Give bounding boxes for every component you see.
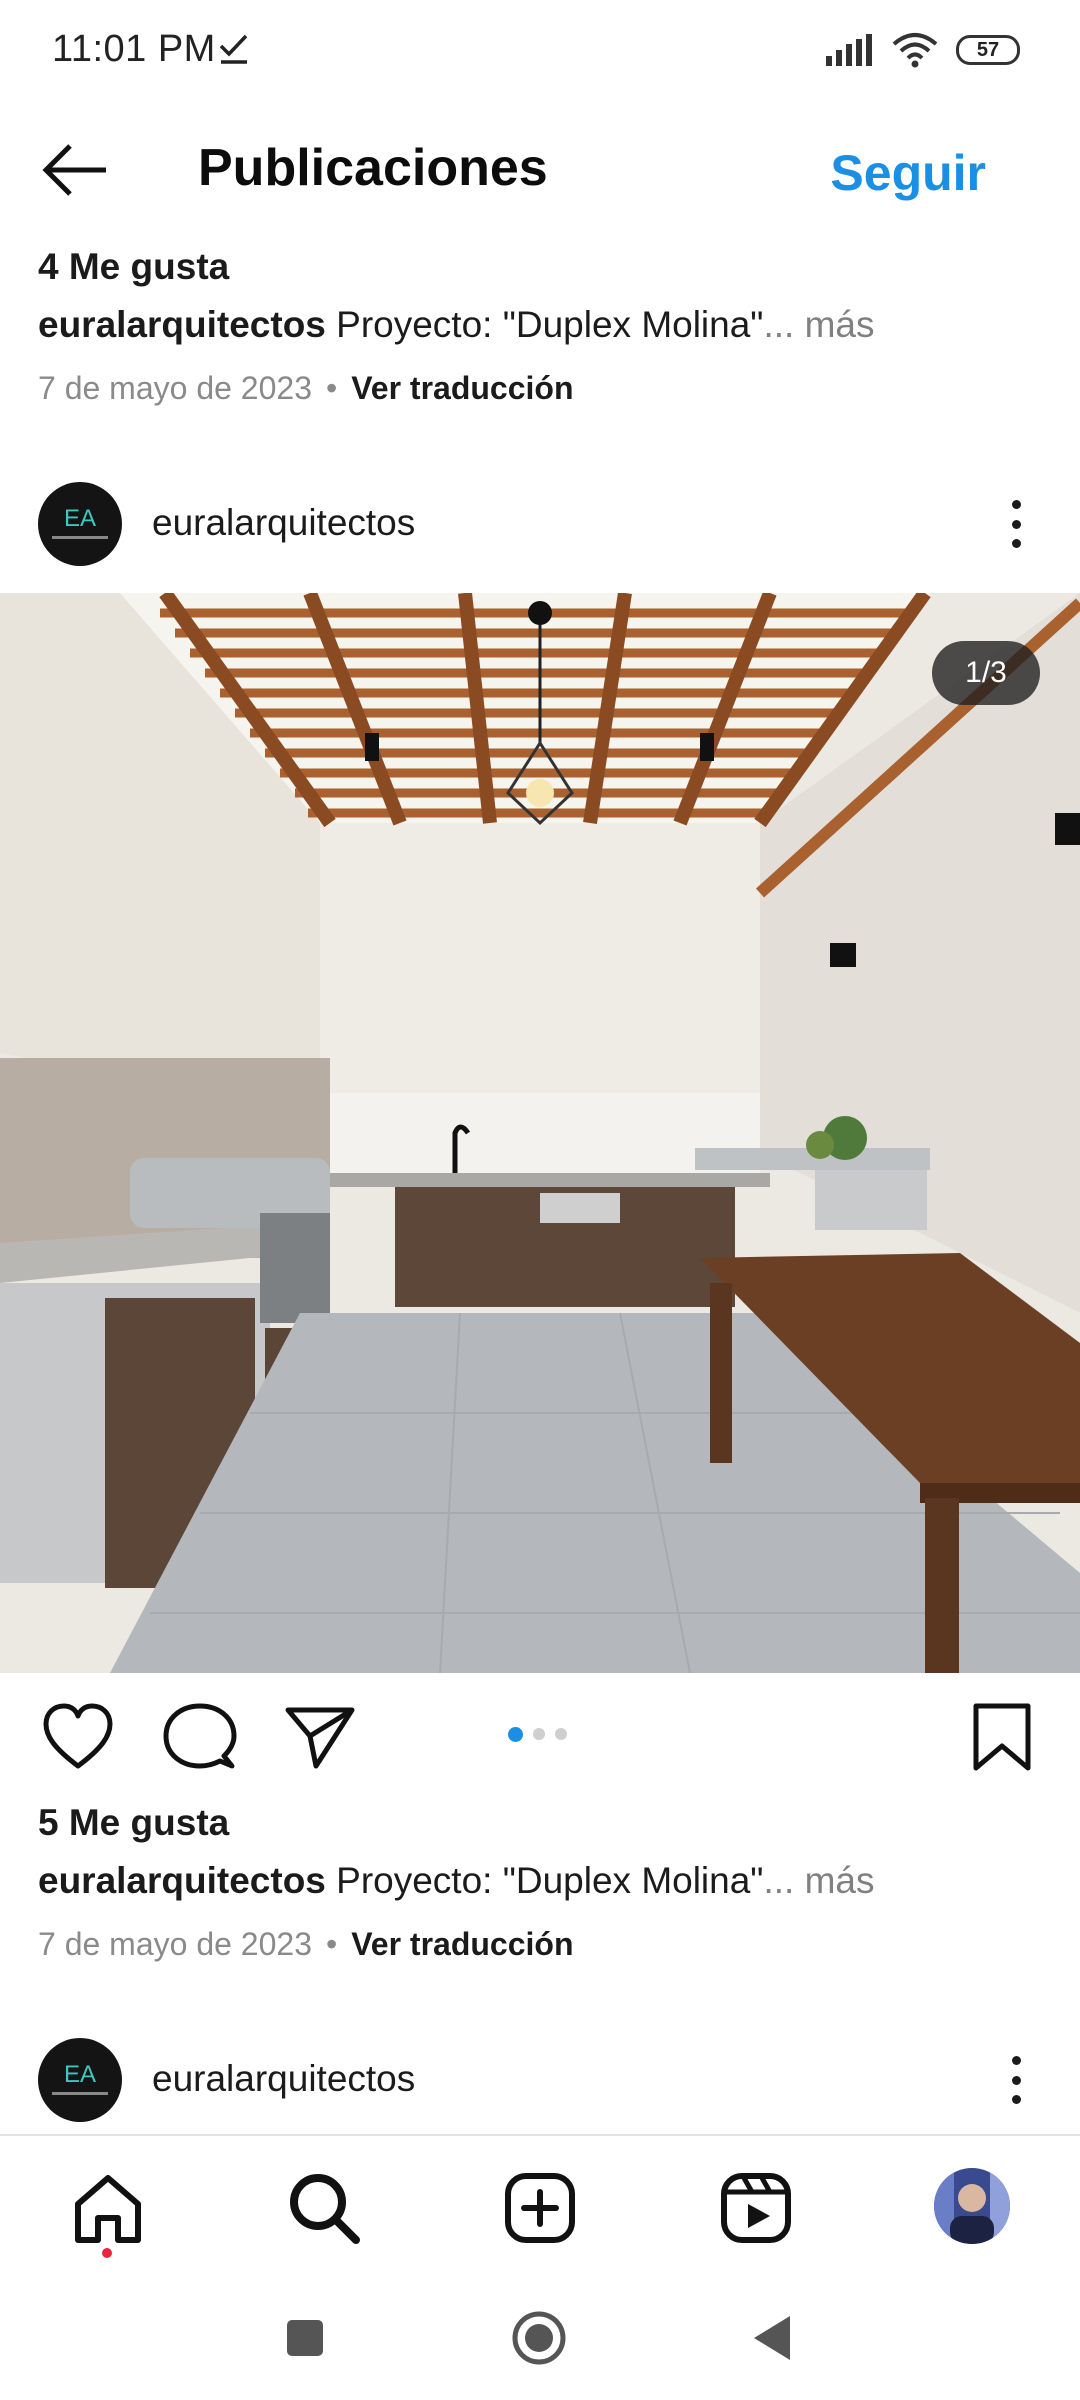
- comment-icon[interactable]: [162, 1700, 238, 1776]
- profile-photo: [934, 2168, 1010, 2244]
- post-date-line: 7 de mayo de 2023 • Ver traducción: [38, 1926, 573, 1963]
- post-caption: euralarquitectos Proyecto: "Duplex Molin…: [38, 1860, 874, 1902]
- caption-username[interactable]: euralarquitectos: [38, 304, 326, 345]
- caption-username[interactable]: euralarquitectos: [38, 1860, 326, 1901]
- caption-text: Proyecto: "Duplex Molina": [325, 1860, 764, 1901]
- author-avatar[interactable]: EA: [38, 2038, 122, 2122]
- see-translation-link[interactable]: Ver traducción: [351, 370, 573, 406]
- image-counter-text: 1/3: [965, 656, 1007, 689]
- reels-icon[interactable]: [718, 2170, 794, 2246]
- profile-avatar[interactable]: [934, 2168, 1010, 2244]
- carousel-dot: [508, 1727, 523, 1742]
- carousel-dot: [555, 1728, 567, 1740]
- more-link[interactable]: ... más: [763, 1860, 874, 1901]
- kitchen-photo: [0, 593, 1080, 1673]
- more-link[interactable]: ... más: [763, 304, 874, 345]
- share-icon[interactable]: [282, 1700, 358, 1776]
- heart-icon[interactable]: [40, 1700, 116, 1776]
- back-arrow-icon[interactable]: [40, 140, 110, 200]
- author-username[interactable]: euralarquitectos: [152, 2058, 415, 2100]
- like-count[interactable]: 5 Me gusta: [38, 1802, 229, 1844]
- image-counter: 1/3: [932, 641, 1040, 705]
- signal-icon: [826, 34, 872, 66]
- separator: •: [325, 370, 338, 406]
- bookmark-icon[interactable]: [964, 1700, 1040, 1776]
- recent-apps-icon[interactable]: [275, 2308, 335, 2368]
- check-icon: [219, 34, 248, 64]
- system-navigation: [0, 2274, 1080, 2400]
- carousel-indicator: [508, 1727, 567, 1742]
- post-date: 7 de mayo de 2023: [38, 370, 312, 406]
- status-bar: 11:01 PM 57: [0, 0, 1080, 100]
- search-icon[interactable]: [286, 2170, 362, 2246]
- status-indicators: 57: [826, 30, 1020, 70]
- author-avatar[interactable]: EA: [38, 482, 122, 566]
- battery-indicator: 57: [956, 35, 1020, 65]
- carousel-dot: [533, 1728, 545, 1740]
- more-options-icon[interactable]: [996, 492, 1036, 556]
- post-header: EA euralarquitectos: [0, 2024, 1080, 2134]
- see-translation-link[interactable]: Ver traducción: [351, 1926, 573, 1962]
- home-button-icon[interactable]: [509, 2308, 569, 2368]
- post-header: EA euralarquitectos: [0, 468, 1080, 578]
- post-caption: euralarquitectos Proyecto: "Duplex Molin…: [38, 304, 874, 346]
- notification-dot: [102, 2248, 112, 2258]
- separator: •: [325, 1926, 338, 1962]
- post-date-line: 7 de mayo de 2023 • Ver traducción: [38, 370, 573, 407]
- page-title: Publicaciones: [198, 139, 548, 197]
- top-header: Publicaciones Seguir: [0, 110, 1080, 230]
- author-username[interactable]: euralarquitectos: [152, 502, 415, 544]
- eural-logo-icon: EA: [52, 2061, 108, 2095]
- svg-text:EA: EA: [64, 2061, 96, 2088]
- more-options-icon[interactable]: [996, 2048, 1036, 2112]
- bottom-navigation: [0, 2134, 1080, 2274]
- post-date: 7 de mayo de 2023: [38, 1926, 312, 1962]
- battery-level: 57: [976, 38, 1000, 61]
- wifi-icon: [892, 33, 938, 68]
- caption-text: Proyecto: "Duplex Molina": [325, 304, 764, 345]
- eural-logo-icon: EA: [52, 505, 108, 539]
- home-icon[interactable]: [70, 2170, 146, 2246]
- back-button-icon[interactable]: [742, 2308, 802, 2368]
- follow-button[interactable]: Seguir: [830, 144, 986, 202]
- post-image[interactable]: 1/3: [0, 593, 1080, 1673]
- like-count[interactable]: 4 Me gusta: [38, 246, 229, 288]
- create-post-icon[interactable]: [502, 2170, 578, 2246]
- post-actions: [0, 1700, 1080, 1776]
- svg-text:EA: EA: [64, 505, 96, 532]
- status-time: 11:01 PM: [52, 28, 216, 70]
